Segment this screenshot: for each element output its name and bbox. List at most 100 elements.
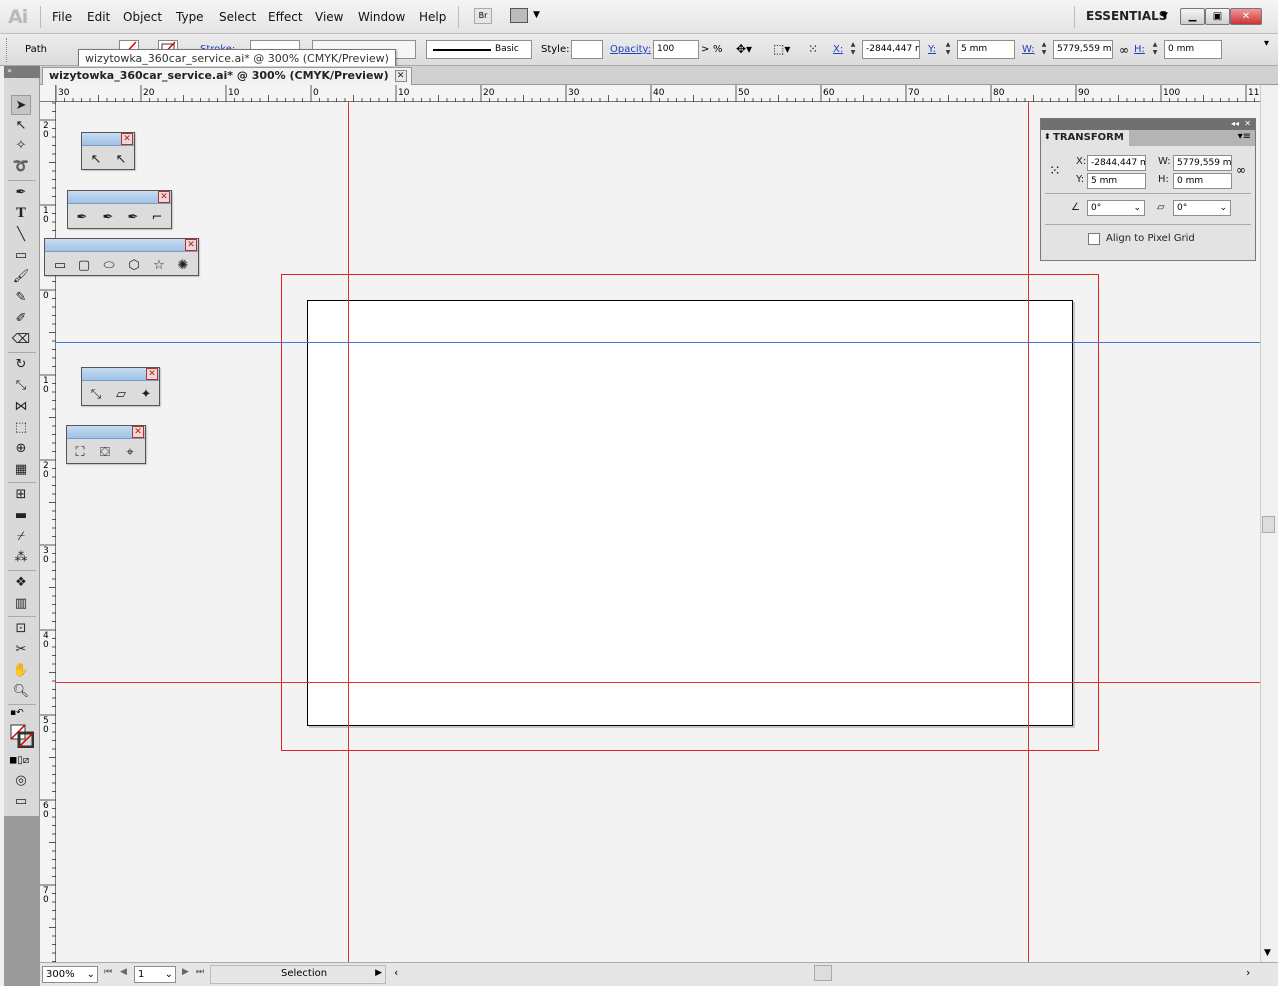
selected-path[interactable] — [56, 342, 1260, 343]
color-mode-icons[interactable]: ◼▯⧄ — [9, 755, 29, 766]
direct-selection-tool-icon[interactable]: ↖ — [11, 116, 31, 136]
menu-edit[interactable]: Edit — [87, 10, 110, 24]
align-options-icon[interactable]: ⬚▾ — [773, 42, 799, 59]
bridge-button[interactable]: Br — [474, 8, 492, 24]
h-input[interactable]: 0 mm — [1164, 40, 1222, 59]
tab-options-icon[interactable]: ⬍ — [1044, 132, 1051, 141]
star-tool-icon[interactable]: ☆ — [150, 257, 168, 275]
rotate-input[interactable]: 0° ⌄ — [1087, 200, 1145, 216]
pen-tool-icon[interactable]: ✒ — [11, 183, 31, 203]
delete-anchor-point-icon[interactable]: ✒ — [124, 209, 142, 227]
selection-tool-icon[interactable]: ↖ — [87, 151, 105, 169]
ruler-origin[interactable] — [40, 85, 56, 102]
column-graph-tool-icon[interactable]: ▥ — [11, 594, 31, 614]
hand-tool-icon[interactable]: ✋ — [11, 661, 31, 681]
menu-window[interactable]: Window — [358, 10, 405, 24]
chevron-down-icon[interactable]: ⌄ — [1133, 201, 1141, 215]
chevron-down-icon[interactable]: ▼ — [533, 10, 540, 20]
transform-y-input[interactable]: 5 mm — [1087, 173, 1146, 189]
rotate-tool-icon[interactable]: ↻ — [11, 355, 31, 375]
pen-tool-icon[interactable]: ✒ — [73, 209, 91, 227]
artboard[interactable] — [307, 300, 1073, 726]
mesh-tool-icon[interactable]: ⊞ — [11, 485, 31, 505]
ellipse-tool-icon[interactable]: ⬭ — [100, 257, 118, 275]
close-tab-icon[interactable]: ✕ — [394, 70, 407, 82]
close-icon[interactable]: ✕ — [146, 368, 158, 380]
rectangle-tool-icon[interactable]: ▭ — [51, 257, 69, 275]
panel-titlebar[interactable]: ◂◂ ✕ — [1041, 119, 1255, 130]
menu-object[interactable]: Object — [123, 10, 162, 24]
close-icon[interactable]: ✕ — [121, 133, 133, 145]
eraser-tool-icon[interactable]: ⌫ — [11, 330, 31, 350]
reference-point-icon[interactable]: ⁙ — [808, 42, 828, 59]
h-stepper-icon[interactable]: ▲ ▼ — [1151, 41, 1159, 58]
menu-effect[interactable]: Effect — [268, 10, 303, 24]
lasso-tool-icon[interactable]: ➰ — [11, 157, 31, 177]
screen-mode-icon[interactable]: ▭ — [11, 792, 31, 812]
vertical-guide[interactable] — [348, 102, 349, 962]
artboard-navigation[interactable]: 1 ⌄ — [134, 966, 176, 983]
status-display[interactable]: Selection ▶ — [210, 965, 386, 984]
previous-artboard-icon[interactable]: ◀ — [120, 967, 127, 977]
workspace-switcher[interactable]: ESSENTIALS — [1086, 9, 1167, 23]
y-link[interactable]: Y: — [928, 44, 936, 55]
symbol-sprayer-tool-icon[interactable]: ❖ — [11, 573, 31, 593]
opacity-input[interactable]: 100 — [653, 40, 699, 59]
menu-view[interactable]: View — [315, 10, 343, 24]
menu-select[interactable]: Select — [219, 10, 256, 24]
chevron-down-icon[interactable]: ▼ — [1161, 11, 1168, 21]
vertical-guide[interactable] — [1028, 102, 1029, 962]
style-dropdown[interactable] — [571, 40, 603, 59]
eyedropper-tool-icon[interactable]: ⌿ — [11, 527, 31, 547]
add-anchor-point-icon[interactable]: ✒ — [99, 209, 117, 227]
paintbrush-tool-icon[interactable]: 🖌 — [11, 267, 31, 287]
scroll-down-icon[interactable]: ▼ — [1264, 948, 1271, 958]
flare-tool-icon[interactable]: ✺ — [174, 257, 192, 275]
vertical-scroll-thumb[interactable] — [1262, 516, 1275, 533]
scale-tool-icon[interactable]: ⤡ — [11, 376, 31, 396]
first-artboard-icon[interactable]: ⏮ — [104, 967, 112, 977]
slice-tool-icon[interactable]: ✂ — [11, 640, 31, 660]
panel-menu-icon[interactable]: ▾ — [1264, 38, 1269, 49]
close-window-button[interactable]: ✕ — [1230, 8, 1262, 25]
horizontal-guide[interactable] — [56, 682, 1260, 683]
live-paint-bucket-icon[interactable]: ⛶ — [71, 444, 89, 462]
chevron-down-icon[interactable]: ⌄ — [1219, 201, 1227, 215]
selection-tool-icon[interactable]: ➤ — [11, 95, 31, 115]
w-input[interactable]: 5779,559 mr — [1053, 40, 1113, 59]
scroll-right-icon[interactable]: › — [1246, 966, 1250, 979]
convert-anchor-point-icon[interactable]: ⌐ — [148, 209, 166, 227]
w-stepper-icon[interactable]: ▲ ▼ — [1040, 41, 1048, 58]
constrain-proportions-icon[interactable]: ∞ — [1119, 43, 1129, 57]
default-fill-stroke-icon[interactable]: ▪↶ — [10, 708, 24, 718]
menu-help[interactable]: Help — [419, 10, 446, 24]
y-input[interactable]: 5 mm — [957, 40, 1015, 59]
panel-titlebar[interactable]: ✕ — [45, 239, 198, 252]
constrain-proportions-icon[interactable]: ∞ — [1236, 163, 1246, 177]
type-tool-icon[interactable]: T — [11, 204, 31, 224]
magic-wand-tool-icon[interactable]: ✧ — [11, 136, 31, 156]
x-input[interactable]: -2844,447 m — [862, 40, 920, 59]
menu-file[interactable]: File — [52, 10, 72, 24]
transform-x-input[interactable]: -2844,447 m — [1087, 155, 1146, 171]
free-transform-tool-icon[interactable]: ⬚ — [11, 418, 31, 438]
zoom-tool-icon[interactable]: 🔍︎ — [11, 682, 31, 702]
reshape-tool-icon[interactable]: ✦ — [137, 386, 155, 404]
rectangle-tool-icon[interactable]: ▭ — [11, 246, 31, 266]
panel-titlebar[interactable]: ✕ — [67, 426, 145, 439]
panel-titlebar[interactable]: ✕ — [68, 191, 171, 204]
document-tab[interactable]: wizytowka_360car_service.ai* @ 300% (CMY… — [42, 67, 412, 85]
opacity-link[interactable]: Opacity: — [610, 44, 651, 55]
direct-select-plus-icon[interactable]: ↖ — [112, 151, 130, 169]
minimize-window-button[interactable]: ▁ — [1180, 8, 1205, 25]
recolor-artwork-icon[interactable]: ✥▾ — [736, 42, 762, 59]
pencil-tool-icon[interactable]: ✎ — [11, 288, 31, 308]
chevron-down-icon[interactable]: ⌄ — [87, 967, 95, 982]
y-stepper-icon[interactable]: ▲ ▼ — [944, 41, 952, 58]
close-icon[interactable]: ✕ — [132, 426, 144, 438]
live-paint-selection-icon[interactable]: ⌖ — [121, 444, 139, 462]
panel-titlebar[interactable]: ✕ — [82, 368, 159, 381]
panel-menu-icon[interactable]: ▾≡ — [1238, 131, 1251, 142]
perspective-grid-tool-icon[interactable]: ▦ — [11, 460, 31, 480]
scroll-left-icon[interactable]: ‹ — [394, 966, 398, 979]
